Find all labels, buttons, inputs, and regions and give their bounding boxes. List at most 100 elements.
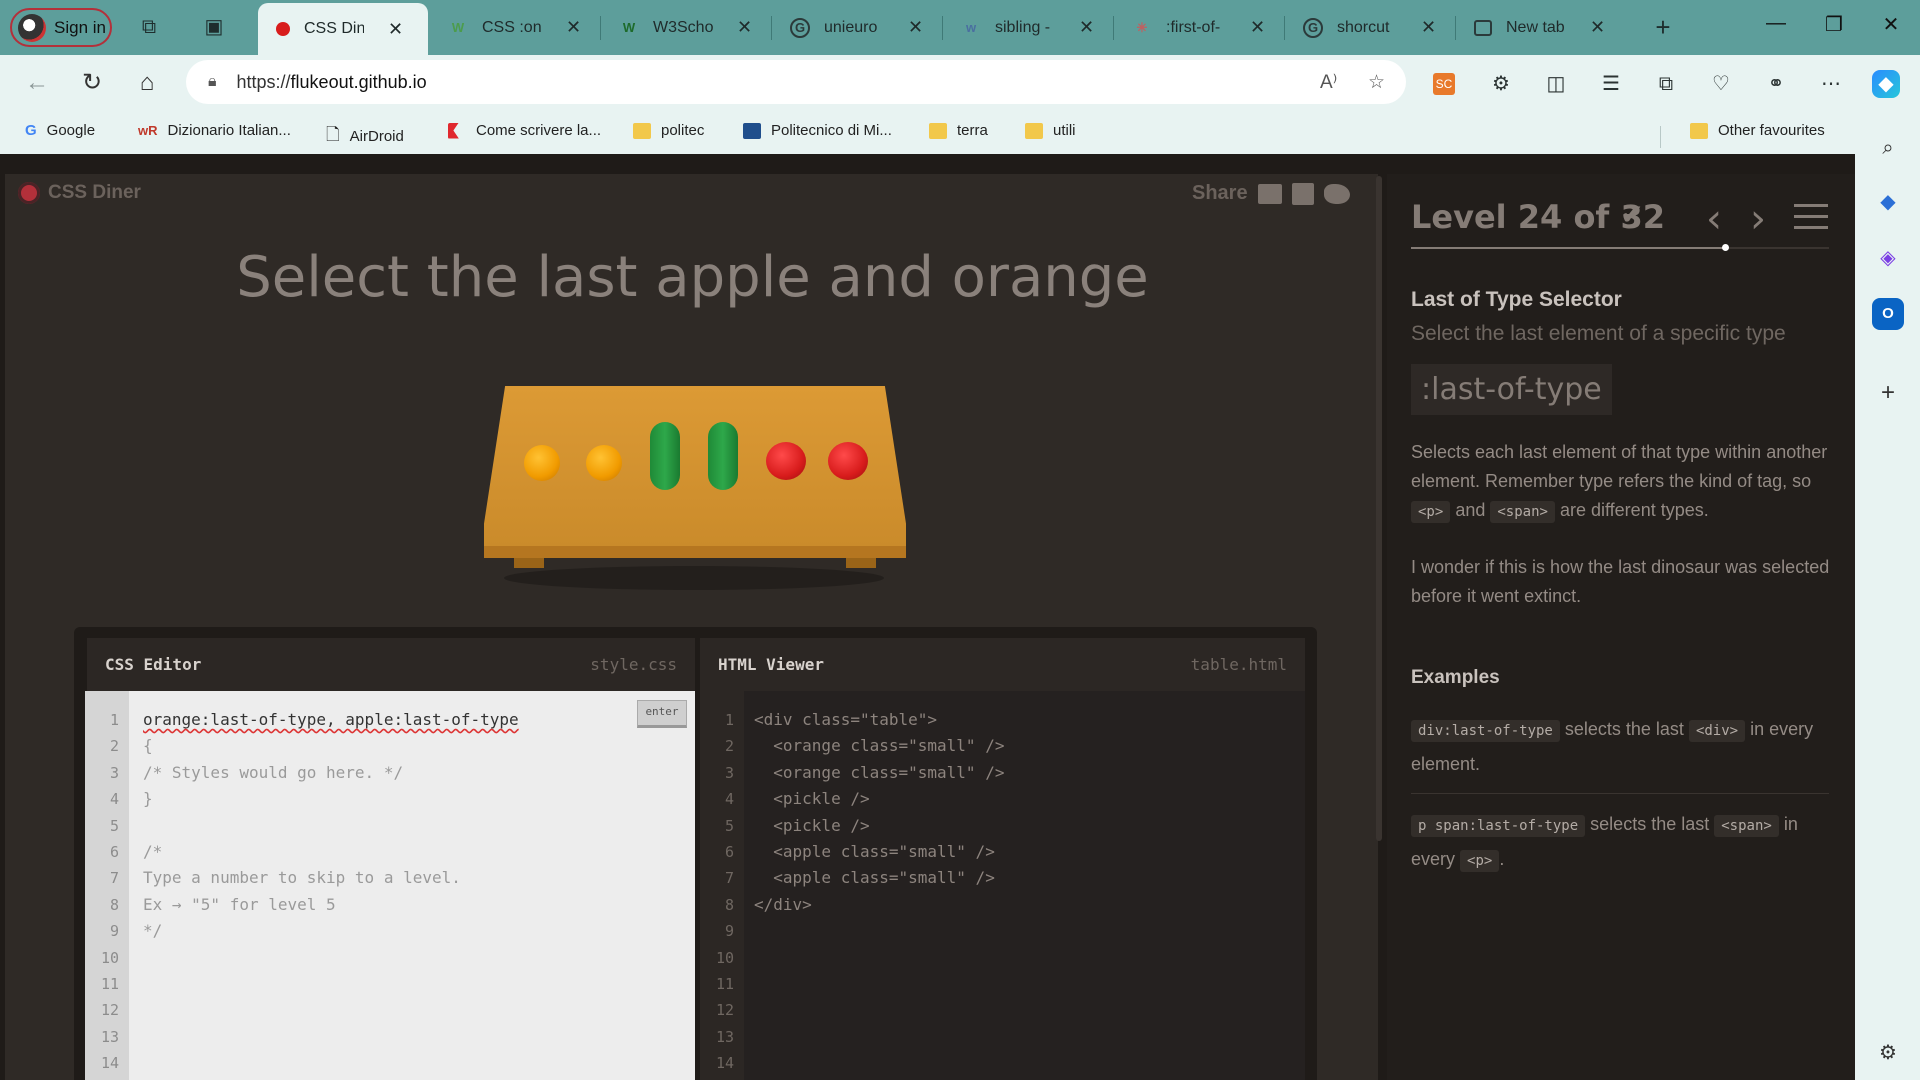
close-tab-icon[interactable]: ✕ xyxy=(1590,17,1605,38)
completed-check-icon: ✔ xyxy=(1620,199,1644,230)
html-viewer-file: table.html xyxy=(1190,655,1287,674)
code-line: </div> xyxy=(754,894,812,914)
bookmark-folder-utili[interactable]: utili xyxy=(1025,122,1076,139)
twitter-icon[interactable] xyxy=(1323,183,1350,204)
orange-item[interactable] xyxy=(524,445,560,481)
tab-sibling[interactable]: w sibling - ✕ xyxy=(943,0,1113,55)
bookmark-google[interactable]: G Google xyxy=(25,122,95,139)
new-tab-button[interactable]: + xyxy=(1650,14,1676,40)
favourites-icon[interactable]: ☰ xyxy=(1597,70,1625,98)
apple-item[interactable] xyxy=(828,442,868,480)
tab-new-tab[interactable]: New tab ✕ xyxy=(1456,0,1626,55)
extension-sc-icon[interactable]: SC xyxy=(1433,73,1455,95)
shopping-tag-icon[interactable]: ◆ xyxy=(1872,186,1904,218)
pickle-item[interactable] xyxy=(708,422,738,490)
code-line[interactable]: Ex → "5" for level 5 xyxy=(143,895,336,914)
table-edge xyxy=(484,546,906,558)
app-name: CSS Diner xyxy=(48,182,141,203)
close-tab-icon[interactable]: ✕ xyxy=(1079,17,1094,38)
css-diner-logo[interactable]: CSS Diner xyxy=(18,182,141,204)
examples-title: Examples xyxy=(1411,667,1500,688)
settings-gear-icon[interactable]: ⚙ xyxy=(1872,1037,1904,1069)
close-tab-icon[interactable]: ✕ xyxy=(566,17,581,38)
copilot-share-icon[interactable]: ⚭ xyxy=(1762,70,1790,98)
tab-shorcut[interactable]: G shorcut ✕ xyxy=(1285,0,1455,55)
bookmark-label: Dizionario Italian... xyxy=(167,122,291,139)
email-icon[interactable] xyxy=(1257,183,1282,204)
search-icon[interactable]: ⌕ xyxy=(1872,132,1904,164)
code-line[interactable]: /* Styles would go here. */ xyxy=(143,763,403,782)
minimize-button[interactable]: — xyxy=(1761,12,1791,35)
code-line[interactable]: orange:last-of-type, apple:last-of-type xyxy=(143,710,519,729)
tab-label: shorcut xyxy=(1337,18,1390,36)
tab-first-of[interactable]: ✳ :first-of- ✕ xyxy=(1114,0,1284,55)
bookmark-come-scrivere[interactable]: Come scrivere la... xyxy=(448,122,601,139)
collections-icon[interactable]: ⧉ xyxy=(1652,70,1680,98)
tab-css-diner[interactable]: CSS Din ✕ xyxy=(258,3,428,55)
workspaces-icon[interactable]: ⧉ xyxy=(136,14,162,40)
code-line[interactable]: */ xyxy=(143,921,162,940)
outlook-icon[interactable]: O xyxy=(1872,298,1904,330)
line-number: 12 xyxy=(100,1001,119,1020)
level-menu-icon[interactable] xyxy=(1794,204,1828,237)
close-tab-icon[interactable]: ✕ xyxy=(908,17,923,38)
browser-essentials-icon[interactable]: ♡ xyxy=(1707,70,1735,98)
extensions-icon[interactable]: ⚙ xyxy=(1487,70,1515,98)
w-icon: w xyxy=(965,20,977,35)
example-code: p span:last-of-type xyxy=(1411,815,1586,837)
maximize-button[interactable]: ❐ xyxy=(1819,12,1849,37)
orange-item[interactable] xyxy=(586,445,622,481)
line-number: 13 xyxy=(100,1027,119,1046)
enter-button[interactable]: enter xyxy=(637,700,687,728)
back-icon[interactable]: ← xyxy=(22,68,52,98)
example-text: . xyxy=(1499,849,1505,869)
previous-level-arrow-icon[interactable]: ‹ xyxy=(1706,196,1722,242)
code-tag: <div> xyxy=(1688,720,1746,742)
bookmark-label: Come scrivere la... xyxy=(476,122,602,139)
tab-label: :first-of- xyxy=(1166,18,1221,36)
code-line[interactable]: } xyxy=(143,789,153,808)
other-favourites-folder[interactable]: Other favourites xyxy=(1690,122,1825,139)
copilot-icon[interactable]: ◆ xyxy=(1872,70,1900,98)
line-number: 14 xyxy=(715,1054,734,1073)
left-scrollbar[interactable] xyxy=(1376,176,1382,841)
bookmark-folder-politec[interactable]: politec xyxy=(633,122,704,139)
line-number: 4 xyxy=(109,790,119,809)
sign-in-button[interactable]: Sign in xyxy=(10,8,112,47)
tab-css-only[interactable]: W CSS :onl ✕ xyxy=(430,0,600,55)
next-level-arrow-icon[interactable]: › xyxy=(1750,196,1766,242)
code-line[interactable]: { xyxy=(143,736,153,755)
tab-w3schools[interactable]: W W3Scho ✕ xyxy=(601,0,771,55)
code-line[interactable]: /* xyxy=(143,842,162,861)
more-options-icon[interactable]: ⋯ xyxy=(1817,70,1845,98)
lock-icon[interactable]: 🔒︎ xyxy=(208,73,217,91)
home-icon[interactable]: ⌂ xyxy=(132,68,162,98)
bookmark-label: terra xyxy=(957,122,988,139)
refresh-icon[interactable]: ↻ xyxy=(77,68,107,98)
google-icon: G xyxy=(790,17,810,38)
bookmark-airdroid[interactable]: 🗋 AirDroid xyxy=(326,122,404,151)
bookmark-folder-terra[interactable]: terra xyxy=(929,122,988,139)
close-tab-icon[interactable]: ✕ xyxy=(737,17,752,38)
vertical-tabs-icon[interactable]: ▣ xyxy=(201,14,227,40)
facebook-icon[interactable] xyxy=(1291,182,1314,205)
address-bar[interactable]: 🔒︎ https://flukeout.github.io A⁾ ☆ xyxy=(186,60,1406,104)
add-sidebar-app-icon[interactable]: + xyxy=(1872,377,1904,409)
close-tab-icon[interactable]: ✕ xyxy=(1250,17,1265,38)
tab-unieuro[interactable]: G unieuro ✕ xyxy=(772,0,942,55)
code-tag: <p> xyxy=(1460,850,1500,872)
line-number: 12 xyxy=(715,1001,734,1020)
copilot-sidebar-icon[interactable]: ◈ xyxy=(1872,242,1904,274)
split-screen-icon[interactable]: ◫ xyxy=(1542,70,1570,98)
bookmark-politecnico[interactable]: Politecnico di Mi... xyxy=(743,122,892,139)
close-tab-icon[interactable]: ✕ xyxy=(1421,17,1436,38)
read-aloud-icon[interactable]: A⁾ xyxy=(1320,71,1337,94)
close-tab-icon[interactable]: ✕ xyxy=(388,19,403,40)
code-line[interactable]: Type a number to skip to a level. xyxy=(143,868,461,887)
bookmark-dizionario[interactable]: wR Dizionario Italian... xyxy=(138,122,291,139)
close-window-button[interactable]: ✕ xyxy=(1876,12,1906,37)
pickle-item[interactable] xyxy=(650,422,680,490)
apple-item[interactable] xyxy=(766,442,806,480)
code-line: <apple class="small" /> xyxy=(754,868,995,888)
favourite-star-icon[interactable]: ☆ xyxy=(1368,71,1385,94)
